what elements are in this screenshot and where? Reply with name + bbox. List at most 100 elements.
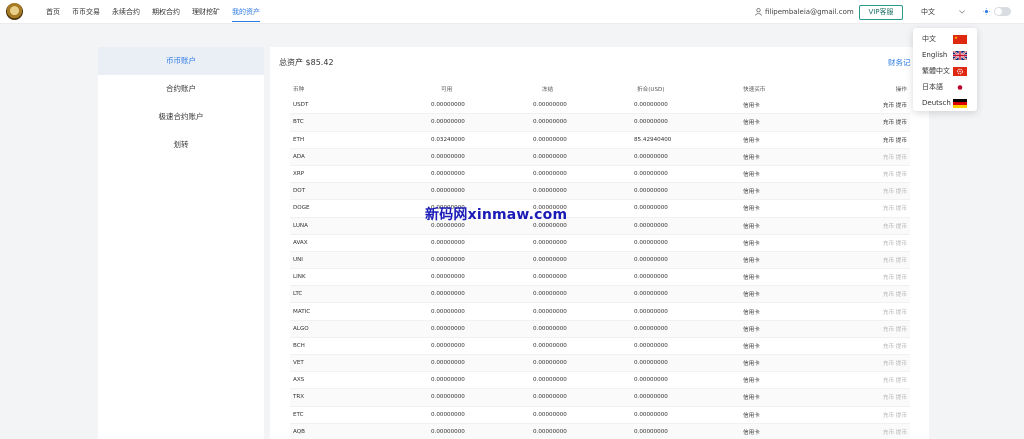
coin-cell: ETH — [293, 136, 305, 143]
deposit-withdraw-links[interactable]: 充币 提币 — [883, 393, 907, 401]
coin-cell: VET — [293, 360, 304, 367]
available-cell: 0.00000000 — [431, 325, 465, 332]
deposit-withdraw-links[interactable]: 充币 提币 — [883, 170, 907, 178]
nav-item-spot-trading[interactable]: 币币交易 — [72, 0, 100, 24]
usd-value-cell: 0.00000000 — [634, 119, 668, 126]
sidebar-item-speed-contract-account[interactable]: 极速合约账户 — [98, 103, 264, 131]
table-row: VET 0.00000000 0.00000000 0.00000000 信用卡 充币 提… — [290, 355, 910, 373]
available-cell: 0.00000000 — [431, 342, 465, 349]
frozen-cell: 0.00000000 — [533, 342, 567, 349]
usd-value-cell: 0.00000000 — [634, 256, 668, 263]
coin-cell: ADA — [293, 153, 305, 160]
quick-buy-link[interactable]: 信用卡 — [743, 342, 760, 350]
usd-value-cell: 0.00000000 — [634, 325, 668, 332]
language-option-en[interactable]: English — [913, 47, 977, 63]
quick-buy-link[interactable]: 信用卡 — [743, 290, 760, 298]
deposit-withdraw-links[interactable]: 充币 提币 — [883, 222, 907, 230]
chevron-down-icon — [959, 10, 965, 14]
table-row: TRX 0.00000000 0.00000000 0.00000000 信用卡 充币 提… — [290, 389, 910, 407]
gold-coin-logo-icon[interactable] — [6, 3, 23, 20]
quick-buy-link[interactable]: 信用卡 — [743, 308, 760, 316]
quick-buy-link[interactable]: 信用卡 — [743, 187, 760, 195]
deposit-withdraw-links[interactable]: 充币 提币 — [883, 101, 907, 109]
frozen-cell: 0.00000000 — [533, 239, 567, 246]
header-coin: 币种 — [293, 86, 305, 93]
quick-buy-link[interactable]: 信用卡 — [743, 170, 760, 178]
frozen-cell: 0.00000000 — [533, 102, 567, 109]
usd-value-cell: 0.00000000 — [634, 222, 668, 229]
sidebar-item-transfer[interactable]: 划转 — [98, 131, 264, 159]
user-menu[interactable]: filipembaleia@gmail.com — [755, 0, 865, 24]
nav-item-perpetual-contract[interactable]: 永续合约 — [112, 0, 140, 24]
coin-cell: ETC — [293, 411, 304, 418]
quick-buy-link[interactable]: 信用卡 — [743, 273, 760, 281]
deposit-withdraw-links[interactable]: 充币 提币 — [883, 308, 907, 316]
sidebar-item-contract-account[interactable]: 合约账户 — [98, 75, 264, 103]
quick-buy-link[interactable]: 信用卡 — [743, 101, 760, 109]
quick-buy-link[interactable]: 信用卡 — [743, 136, 760, 144]
deposit-withdraw-links[interactable]: 充币 提币 — [883, 204, 907, 212]
quick-buy-link[interactable]: 信用卡 — [743, 153, 760, 161]
coin-cell: BTC — [293, 119, 304, 126]
deposit-withdraw-links[interactable]: 充币 提币 — [883, 359, 907, 367]
language-option-de[interactable]: Deutsch — [913, 95, 977, 111]
user-icon — [755, 8, 762, 16]
sidebar-item-spot-account[interactable]: 币币账户 — [98, 47, 264, 75]
quick-buy-link[interactable]: 信用卡 — [743, 204, 760, 212]
available-cell: 0.00000000 — [431, 411, 465, 418]
quick-buy-link[interactable]: 信用卡 — [743, 359, 760, 367]
language-dropdown: 中文 English 繁體中文 日本語 Deutsch — [913, 28, 977, 111]
theme-toggle[interactable] — [994, 7, 1011, 16]
coin-cell: LTC — [293, 291, 303, 298]
table-row: LTC 0.00000000 0.00000000 0.00000000 信用卡 充币 提… — [290, 286, 910, 304]
deposit-withdraw-links[interactable]: 充币 提币 — [883, 136, 907, 144]
nav-item-my-assets[interactable]: 我的资产 — [232, 0, 260, 24]
deposit-withdraw-links[interactable]: 充币 提币 — [883, 325, 907, 333]
deposit-withdraw-links[interactable]: 充币 提币 — [883, 273, 907, 281]
deposit-withdraw-links[interactable]: 充币 提币 — [883, 411, 907, 419]
available-cell: 0.00000000 — [431, 171, 465, 178]
deposit-withdraw-links[interactable]: 充币 提币 — [883, 290, 907, 298]
quick-buy-link[interactable]: 信用卡 — [743, 325, 760, 333]
quick-buy-link[interactable]: 信用卡 — [743, 118, 760, 126]
vip-support-button[interactable]: VIP客服 — [859, 5, 903, 20]
deposit-withdraw-links[interactable]: 充币 提币 — [883, 342, 907, 350]
quick-buy-link[interactable]: 信用卡 — [743, 222, 760, 230]
nav-item-mining[interactable]: 理财挖矿 — [192, 0, 220, 24]
frozen-cell: 0.00000000 — [533, 274, 567, 281]
quick-buy-link[interactable]: 信用卡 — [743, 256, 760, 264]
quick-buy-link[interactable]: 信用卡 — [743, 411, 760, 419]
available-cell: 0.00000000 — [431, 274, 465, 281]
quick-buy-link[interactable]: 信用卡 — [743, 393, 760, 401]
deposit-withdraw-links[interactable]: 充币 提币 — [883, 153, 907, 161]
language-option-zh[interactable]: 中文 — [913, 31, 977, 47]
frozen-cell: 0.00000000 — [533, 256, 567, 263]
frozen-cell: 0.00000000 — [533, 188, 567, 195]
deposit-withdraw-links[interactable]: 充币 提币 — [883, 118, 907, 126]
coin-cell: AXS — [293, 377, 305, 384]
nav-item-home[interactable]: 首页 — [46, 0, 60, 24]
china-flag-icon — [953, 34, 967, 44]
total-assets: 总资产 $85.42 — [279, 58, 334, 67]
header-usd-value: 折合(USD) — [637, 86, 665, 93]
frozen-cell: 0.00000000 — [533, 308, 567, 315]
deposit-withdraw-links[interactable]: 充币 提币 — [883, 239, 907, 247]
nav-item-options-contract[interactable]: 期权合约 — [152, 0, 180, 24]
deposit-withdraw-links[interactable]: 充币 提币 — [883, 428, 907, 436]
quick-buy-link[interactable]: 信用卡 — [743, 376, 760, 384]
top-nav: 首页 币币交易 永续合约 期权合约 理财挖矿 我的资产 filipembalei… — [0, 0, 1024, 24]
deposit-withdraw-links[interactable]: 充币 提币 — [883, 376, 907, 384]
language-select[interactable]: 中文 — [918, 4, 968, 20]
sun-icon — [983, 8, 990, 15]
table-row: AQB 0.00000000 0.00000000 0.00000000 信用卡 充币 提… — [290, 423, 910, 439]
table-row: AVAX 0.00000000 0.00000000 0.00000000 信用卡 充币 … — [290, 235, 910, 252]
language-option-zh-hant[interactable]: 繁體中文 — [913, 63, 977, 79]
quick-buy-link[interactable]: 信用卡 — [743, 428, 760, 436]
quick-buy-link[interactable]: 信用卡 — [743, 239, 760, 247]
deposit-withdraw-links[interactable]: 充币 提币 — [883, 256, 907, 264]
table-header: 币种 可用 冻结 折合(USD) 快速买币 操作 — [290, 80, 910, 97]
finance-records-link[interactable]: 财务记 — [888, 57, 911, 68]
language-option-ja[interactable]: 日本語 — [913, 79, 977, 95]
usd-value-cell: 0.00000000 — [634, 342, 668, 349]
deposit-withdraw-links[interactable]: 充币 提币 — [883, 187, 907, 195]
